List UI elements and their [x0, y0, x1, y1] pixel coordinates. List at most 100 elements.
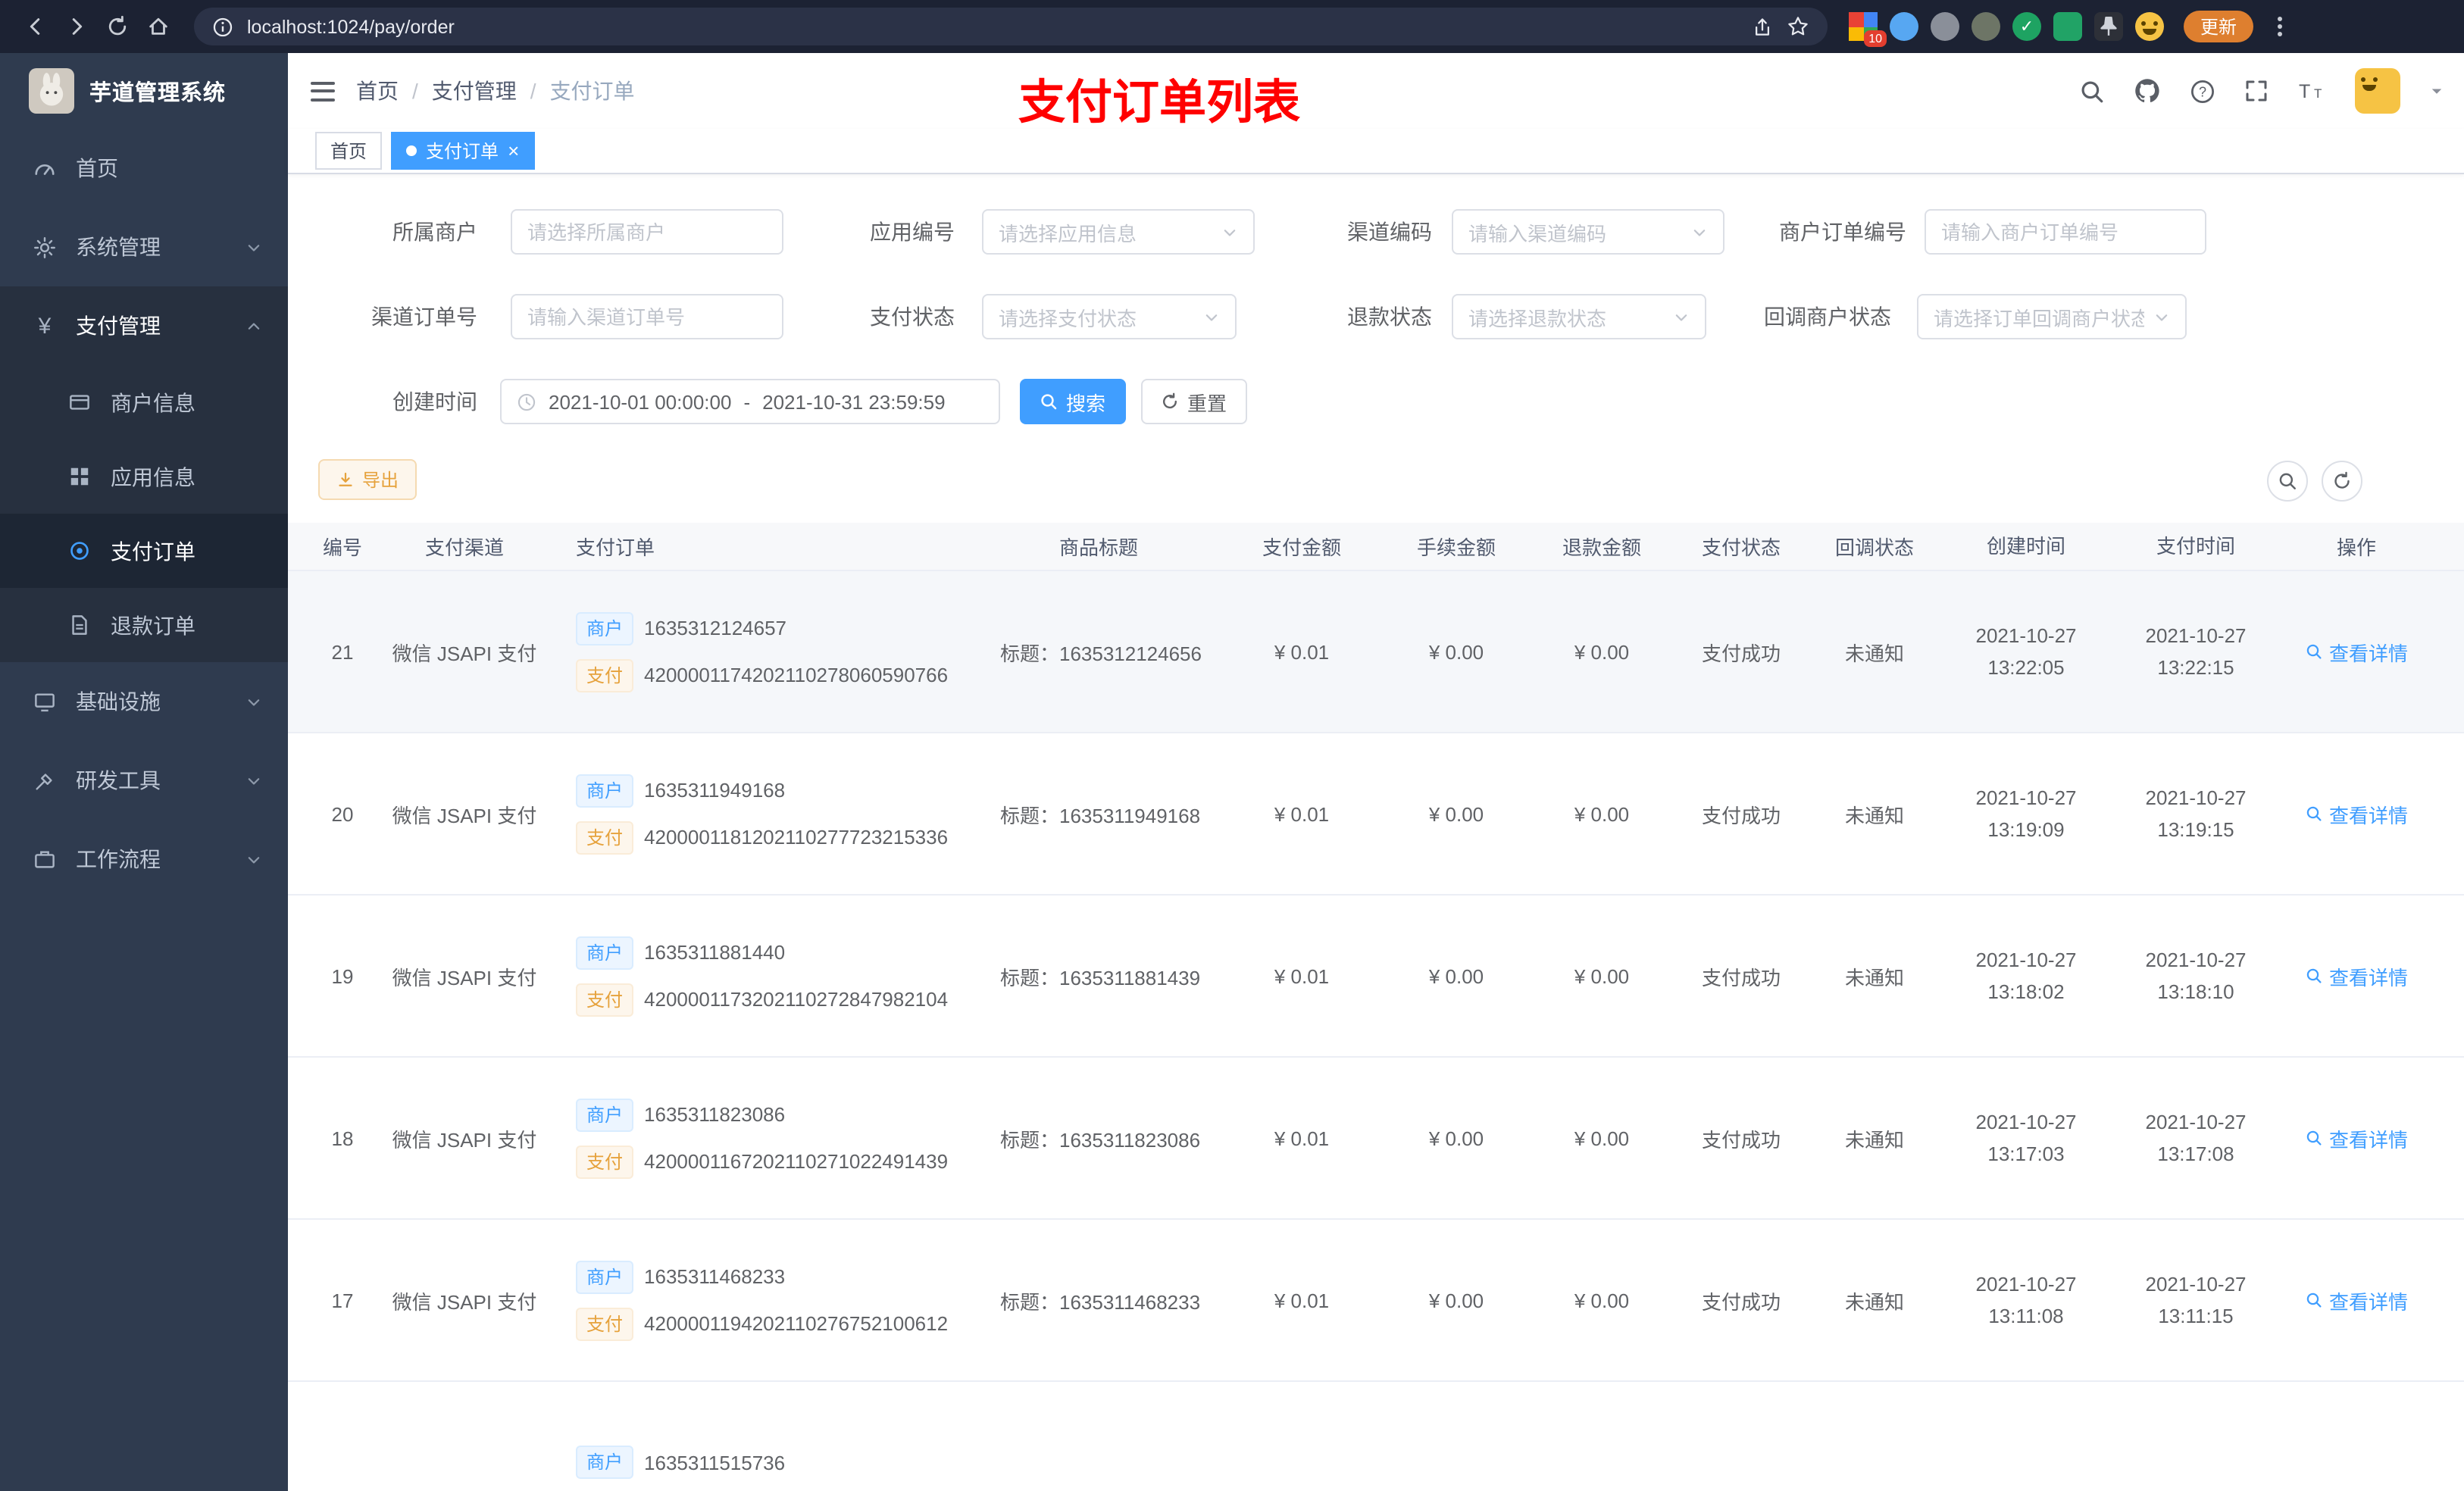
sidebar-item-label: 退款订单	[111, 613, 195, 637]
table-row[interactable]: 17 微信 JSAPI 支付 商户 1635311468233 支付 4200001…	[288, 1220, 2464, 1382]
view-detail-link[interactable]: 查看详情	[2305, 1286, 2408, 1314]
sidebar-item-infrastructure[interactable]: 基础设施	[0, 662, 288, 741]
page-title-annotation: 支付订单列表	[1018, 76, 1300, 129]
browser-chrome: localhost:1024/pay/order 10 ✓ 更新	[0, 0, 2464, 53]
col-header-fee-amount: 手续金额	[1416, 536, 1496, 559]
cell-title: 标题：1635311881439	[1000, 966, 1201, 989]
channel-order-no-filter-input[interactable]	[511, 294, 783, 339]
browser-forward-button[interactable]	[56, 6, 97, 47]
extension-puzzle-icon[interactable]: 10	[1849, 12, 1887, 47]
tags-view-bar: 首页 支付订单 ×	[288, 129, 2464, 174]
briefcase-icon	[32, 848, 58, 871]
browser-menu-icon[interactable]	[2267, 17, 2291, 36]
user-avatar[interactable]	[2355, 68, 2400, 114]
cell-refund-amount: ¥ 0.00	[1574, 1127, 1630, 1149]
table-row[interactable]: 19 微信 JSAPI 支付 商户 1635311881440 支付 4200001…	[288, 896, 2464, 1058]
date-range-separator: -	[743, 390, 751, 413]
url-text[interactable]: localhost:1024/pay/order	[247, 16, 1738, 37]
channel-code-filter-select[interactable]: 请输入渠道编码	[1452, 209, 1724, 255]
sidebar-item-pay-order[interactable]: 支付订单	[0, 514, 288, 588]
merchant-filter-input[interactable]	[511, 209, 783, 255]
extension-face-icon[interactable]	[2135, 12, 2164, 41]
github-icon[interactable]	[2134, 77, 2161, 105]
breadcrumb-pay[interactable]: 支付管理	[432, 76, 517, 106]
gear-icon	[32, 236, 58, 258]
sidebar-item-label: 工作流程	[76, 847, 161, 871]
export-button[interactable]: 导出	[318, 459, 417, 500]
url-bar[interactable]: localhost:1024/pay/order	[194, 8, 1828, 45]
cell-title: 标题：1635311823086	[1000, 1128, 1201, 1151]
cell-pay-amount: ¥ 0.01	[1274, 802, 1330, 825]
sidebar-collapse-icon[interactable]	[288, 81, 356, 101]
cell-status: 支付成功	[1701, 1128, 1781, 1151]
date-range-end[interactable]: 2021-10-31 23:59:59	[762, 390, 945, 413]
refresh-table-button[interactable]	[2322, 461, 2362, 502]
fullscreen-icon[interactable]	[2244, 79, 2269, 103]
date-range-start[interactable]: 2021-10-01 00:00:00	[549, 390, 731, 413]
app-logo[interactable]: 芋道管理系统	[0, 53, 288, 129]
col-header-id: 编号	[322, 536, 362, 559]
sidebar-item-pay[interactable]: ¥ 支付管理	[0, 286, 288, 365]
svg-text:?: ?	[2199, 83, 2206, 98]
site-info-icon[interactable]	[212, 16, 233, 37]
extension-green-square-icon[interactable]	[2053, 12, 2082, 41]
search-icon[interactable]	[2079, 78, 2105, 104]
reset-button-label: 重置	[1187, 392, 1227, 414]
view-detail-link[interactable]: 查看详情	[2305, 961, 2408, 990]
cell-create-time: 2021-10-27 13:19:09	[1975, 786, 2077, 841]
col-header-pay-time: 支付时间	[2156, 534, 2235, 558]
bookmark-star-icon[interactable]	[1787, 15, 1809, 38]
breadcrumb-home[interactable]: 首页	[356, 76, 399, 106]
sidebar-item-label: 支付管理	[76, 314, 161, 338]
table-row[interactable]: 20 微信 JSAPI 支付 商户 1635311949168 支付 4200001…	[288, 733, 2464, 896]
caret-down-icon[interactable]	[2429, 83, 2444, 98]
sidebar-item-system[interactable]: 系统管理	[0, 208, 288, 286]
sidebar-item-refund-order[interactable]: 退款订单	[0, 588, 288, 662]
browser-back-button[interactable]	[15, 6, 56, 47]
extension-pin-icon[interactable]	[2094, 12, 2123, 41]
refund-status-filter-select[interactable]: 请选择退款状态	[1452, 294, 1706, 339]
chevron-down-icon	[245, 851, 262, 867]
extension-check-icon[interactable]: ✓	[2012, 12, 2041, 41]
view-detail-link[interactable]: 查看详情	[2305, 799, 2408, 828]
cell-channel: 微信 JSAPI 支付	[392, 1290, 537, 1313]
view-detail-link[interactable]: 查看详情	[2305, 1124, 2408, 1152]
font-size-icon[interactable]: TT	[2297, 79, 2326, 103]
app-filter-select[interactable]: 请选择应用信息	[982, 209, 1255, 255]
cell-channel: 微信 JSAPI 支付	[392, 804, 537, 827]
close-icon[interactable]: ×	[508, 141, 519, 161]
tools-icon	[32, 769, 58, 792]
extension-dark-icon[interactable]	[1972, 12, 2000, 41]
reset-button[interactable]: 重置	[1141, 379, 1247, 424]
help-icon[interactable]: ?	[2190, 78, 2215, 104]
table-row[interactable]: 21 微信 JSAPI 支付 商户 1635312124657 支付 4200001…	[288, 571, 2464, 733]
cell-pay-time: 2021-10-27 13:17:08	[2145, 1110, 2247, 1165]
update-button[interactable]: 更新	[2184, 11, 2254, 42]
cell-fee-amount: ¥ 0.00	[1428, 1127, 1484, 1149]
table-row[interactable]: 18 微信 JSAPI 支付 商户 1635311823086 支付 4200001…	[288, 1058, 2464, 1220]
share-icon[interactable]	[1752, 16, 1773, 37]
cell-notify: 未通知	[1844, 642, 1904, 664]
view-detail-link[interactable]: 查看详情	[2305, 637, 2408, 666]
extension-gray-icon[interactable]	[1931, 12, 1959, 41]
sidebar-item-dev-tools[interactable]: 研发工具	[0, 741, 288, 820]
toggle-search-button[interactable]	[2267, 461, 2308, 502]
sidebar-item-merchant-info[interactable]: 商户信息	[0, 365, 288, 439]
sidebar-item-workflow[interactable]: 工作流程	[0, 820, 288, 899]
merchant-order-no-filter-input[interactable]	[1925, 209, 2206, 255]
tab-home[interactable]: 首页	[315, 132, 383, 170]
cell-id: 21	[331, 640, 354, 663]
extension-drop-icon[interactable]	[1890, 12, 1918, 41]
create-time-range-input[interactable]: 2021-10-01 00:00:00 - 2021-10-31 23:59:5…	[500, 379, 1000, 424]
select-placeholder: 请选择支付状态	[999, 307, 1137, 330]
browser-home-button[interactable]	[138, 6, 179, 47]
sidebar-item-app-info[interactable]: 应用信息	[0, 439, 288, 514]
tab-pay-order[interactable]: 支付订单 ×	[391, 132, 535, 170]
pay-status-filter-select[interactable]: 请选择支付状态	[982, 294, 1237, 339]
search-button[interactable]: 搜索	[1020, 379, 1126, 424]
browser-refresh-button[interactable]	[97, 6, 138, 47]
table-row[interactable]: 商户 1635311515736	[288, 1382, 2464, 1491]
sidebar-item-home[interactable]: 首页	[0, 129, 288, 208]
callback-status-filter-select[interactable]: 请选择订单回调商户状态	[1917, 294, 2187, 339]
extension-badge: 10	[1864, 30, 1887, 47]
